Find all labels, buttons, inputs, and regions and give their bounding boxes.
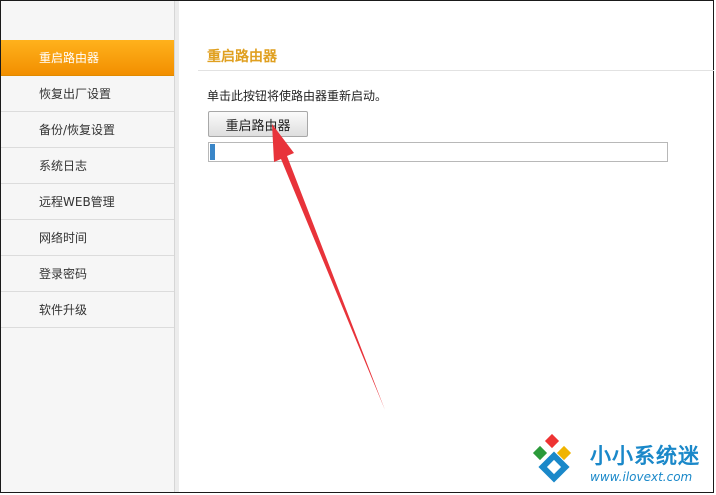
red-arrow-annotation-icon (272, 124, 385, 410)
watermark-url: www.ilovext.com (590, 470, 693, 484)
watermark-brand: 小小系统迷 (590, 444, 700, 468)
watermark-logo-icon (532, 434, 572, 483)
